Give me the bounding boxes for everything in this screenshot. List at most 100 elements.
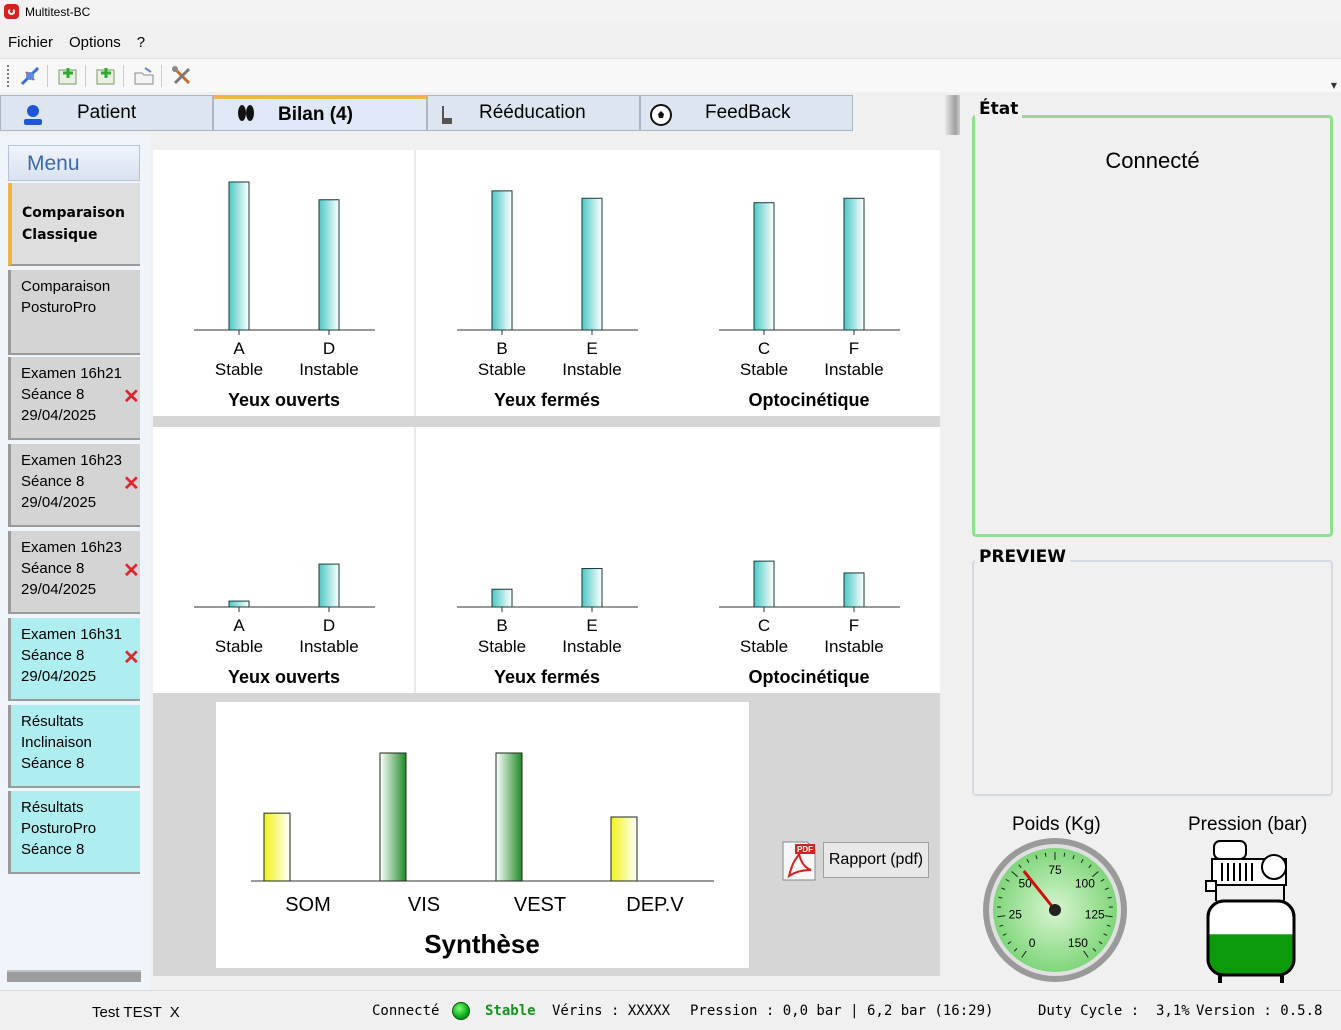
- toolbar-grip[interactable]: [7, 64, 10, 87]
- soccer-ball-icon: [650, 104, 672, 126]
- sidebar-item[interactable]: Examen 16h31 Séance 8 29/04/2025 ✕: [8, 618, 140, 701]
- sidebar-item[interactable]: Résultats PosturoPro Séance 8: [8, 791, 140, 874]
- chart-2-tick-label: C: [758, 339, 770, 358]
- chart-0-sublabel: Stable: [215, 360, 263, 379]
- chart-0-title: Yeux ouverts: [228, 390, 340, 410]
- chart-0-tick-label: D: [323, 339, 335, 358]
- chart-5-tick-label: C: [758, 616, 770, 635]
- right-panel: Connecté État PREVIEW Poids (Kg) Pressio…: [960, 95, 1341, 990]
- chart-3-tick-label: A: [233, 616, 245, 635]
- chart-4-sublabel: Instable: [562, 637, 622, 656]
- sidebar-item-line3: Séance 8: [21, 841, 85, 858]
- tab-patient-label: Patient: [77, 102, 137, 123]
- chart-4-tick-label: E: [586, 616, 597, 635]
- status-verins: Vérins : XXXXX: [552, 1003, 671, 1019]
- tools-icon[interactable]: [168, 62, 196, 90]
- sidebar-item-line1: Examen 16h21: [21, 365, 122, 382]
- sidebar-item[interactable]: Résultats Inclinaison Séance 8: [8, 705, 140, 788]
- sidebar-item-line3: 29/04/2025: [21, 407, 97, 424]
- preview-title: PREVIEW: [975, 547, 1071, 567]
- menu-options[interactable]: Options: [61, 34, 129, 51]
- synthese-bar-SOM: [263, 812, 291, 882]
- sidebar-item-line2: Classique: [22, 227, 98, 243]
- pression-label: Pression (bar): [1188, 814, 1308, 835]
- gauge-hub: [1049, 904, 1061, 916]
- compressor-tank-icon: [1205, 840, 1296, 983]
- tank-fill-level: [1208, 934, 1294, 975]
- etat-group: Connecté: [972, 115, 1333, 537]
- toolbar-overflow-icon[interactable]: ▼: [1331, 81, 1337, 90]
- chart-0-sublabel: Instable: [299, 360, 359, 379]
- sidebar-item-line1: Examen 16h31: [21, 626, 122, 643]
- sidebar-item-line3: 29/04/2025: [21, 494, 97, 511]
- poids-label: Poids (Kg): [1012, 814, 1101, 835]
- synthese-tick-label: VIS: [408, 894, 440, 916]
- sidebar-item-line2: PosturoPro: [21, 820, 97, 837]
- sidebar-scroll-bar[interactable]: [7, 970, 141, 982]
- sidebar-item-line3: 29/04/2025: [21, 668, 97, 685]
- delete-exam-icon[interactable]: ✕: [123, 474, 140, 494]
- menu-fichier[interactable]: Fichier: [0, 34, 61, 51]
- chart-5-title: Optocinétique: [749, 667, 870, 687]
- open-folder-icon[interactable]: [130, 62, 158, 90]
- sidebar-menu-title[interactable]: Menu: [8, 145, 140, 181]
- delete-exam-icon[interactable]: ✕: [123, 561, 140, 581]
- toolbar: ▼: [0, 58, 1341, 92]
- tab-bilan-label: Bilan (4): [278, 103, 353, 125]
- chart-1-bar-E: [581, 197, 603, 331]
- chart-4-bar-E: [581, 568, 603, 608]
- chart-3-sublabel: Stable: [215, 637, 263, 656]
- menu-help[interactable]: ?: [129, 34, 153, 51]
- status-stability: Stable: [485, 1003, 536, 1019]
- charts-svg: A Stable D Instable Yeux ouverts B Stable E Inst…: [194, 150, 900, 959]
- pdf-icon[interactable]: PDF: [779, 840, 819, 882]
- chart-5-bar-F: [843, 572, 865, 608]
- current-user[interactable]: Test TEST X: [92, 1004, 180, 1021]
- gauge-tick-label: 150: [1068, 936, 1088, 950]
- chart-2-bar-F: [843, 197, 865, 331]
- sidebar-item-line2: Inclinaison: [21, 734, 92, 751]
- tab-reeducation[interactable]: Rééducation: [427, 95, 640, 131]
- chart-4-sublabel: Stable: [478, 637, 526, 656]
- chart-3-title: Yeux ouverts: [228, 667, 340, 687]
- splitter-handle[interactable]: [945, 95, 960, 135]
- sidebar-item[interactable]: Comparaison Classique: [8, 183, 140, 266]
- sidebar-item-line1: Résultats: [21, 799, 84, 816]
- tab-feedback[interactable]: FeedBack: [640, 95, 853, 131]
- status-bar: Test TEST X Connecté Stable Vérins : XXX…: [0, 990, 1341, 1030]
- disconnect-icon[interactable]: [16, 62, 44, 90]
- pdf-report-button[interactable]: Rapport (pdf): [823, 842, 929, 878]
- gauge-tick-label: 125: [1085, 908, 1105, 922]
- bilan-comparison-area: A Stable D Instable Yeux ouverts B Stable E Inst…: [153, 150, 940, 976]
- gauge-tick-label: 75: [1048, 863, 1062, 877]
- chart-0-bar-A: [228, 181, 250, 331]
- tab-patient[interactable]: Patient: [0, 95, 213, 131]
- sidebar-item[interactable]: Examen 16h23 Séance 8 29/04/2025 ✕: [8, 444, 140, 527]
- chart-3-bar-D: [318, 563, 340, 608]
- chart-3-tick-label: D: [323, 616, 335, 635]
- status-duty-cycle: Duty Cycle : 3,1%: [1038, 1003, 1190, 1019]
- tab-bilan[interactable]: Bilan (4): [213, 95, 427, 131]
- delete-exam-icon[interactable]: ✕: [123, 387, 140, 407]
- sidebar-item-line1: Comparaison: [22, 205, 126, 221]
- weight-gauge: 0255075100125150: [983, 838, 1127, 982]
- chart-2-sublabel: Instable: [824, 360, 884, 379]
- app-window: Multitest-BC Fichier Options ? ▼ Patient…: [0, 0, 1341, 1030]
- add-green-icon[interactable]: [54, 62, 82, 90]
- sidebar-item[interactable]: Examen 16h23 Séance 8 29/04/2025 ✕: [8, 531, 140, 614]
- gauge-tick-label: 25: [1009, 908, 1023, 922]
- status-version: Version : 0.5.8: [1196, 1003, 1323, 1019]
- status-connection: Connecté: [372, 1003, 440, 1019]
- add-green-2-icon[interactable]: [92, 62, 120, 90]
- etat-title: État: [975, 99, 1023, 119]
- sidebar-item[interactable]: Comparaison PosturoPro: [8, 270, 140, 355]
- title-bar: Multitest-BC: [0, 0, 1341, 23]
- delete-exam-icon[interactable]: ✕: [123, 648, 140, 668]
- status-pression: Pression : 0,0 bar | 6,2 bar (16:29): [690, 1003, 994, 1019]
- toolbar-separator: [161, 64, 162, 87]
- sidebar-item-line1: Examen 16h23: [21, 539, 122, 556]
- chart-1-bar-B: [491, 190, 513, 331]
- sidebar-item[interactable]: Examen 16h21 Séance 8 29/04/2025 ✕: [8, 357, 140, 440]
- chart-0-bar-D: [318, 199, 340, 331]
- synthese-tick-label: VEST: [514, 894, 566, 916]
